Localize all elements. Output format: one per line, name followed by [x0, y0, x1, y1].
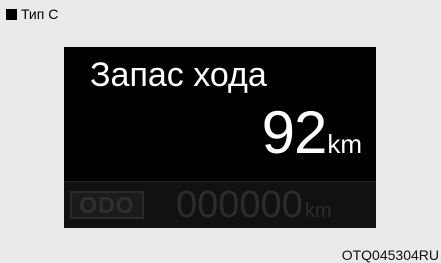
range-value-row: 92 km — [262, 101, 362, 165]
range-unit: km — [327, 129, 362, 159]
odo-value: 000000 — [176, 184, 303, 226]
odo-strip: ODO 000000 km — [64, 181, 376, 228]
cluster-display: Запас хода 92 km ODO 000000 km — [64, 47, 376, 228]
type-label: Тип C — [6, 6, 58, 22]
black-square-icon — [6, 8, 17, 20]
type-label-text: Тип C — [21, 6, 59, 22]
odo-unit: km — [304, 200, 332, 222]
range-value: 92 — [261, 99, 328, 166]
range-title: Запас хода — [90, 56, 267, 94]
figure-code: OTQ045304RU — [341, 247, 439, 263]
odo-label: ODO — [70, 191, 144, 219]
odo-value-row: 000000 km — [176, 184, 331, 226]
